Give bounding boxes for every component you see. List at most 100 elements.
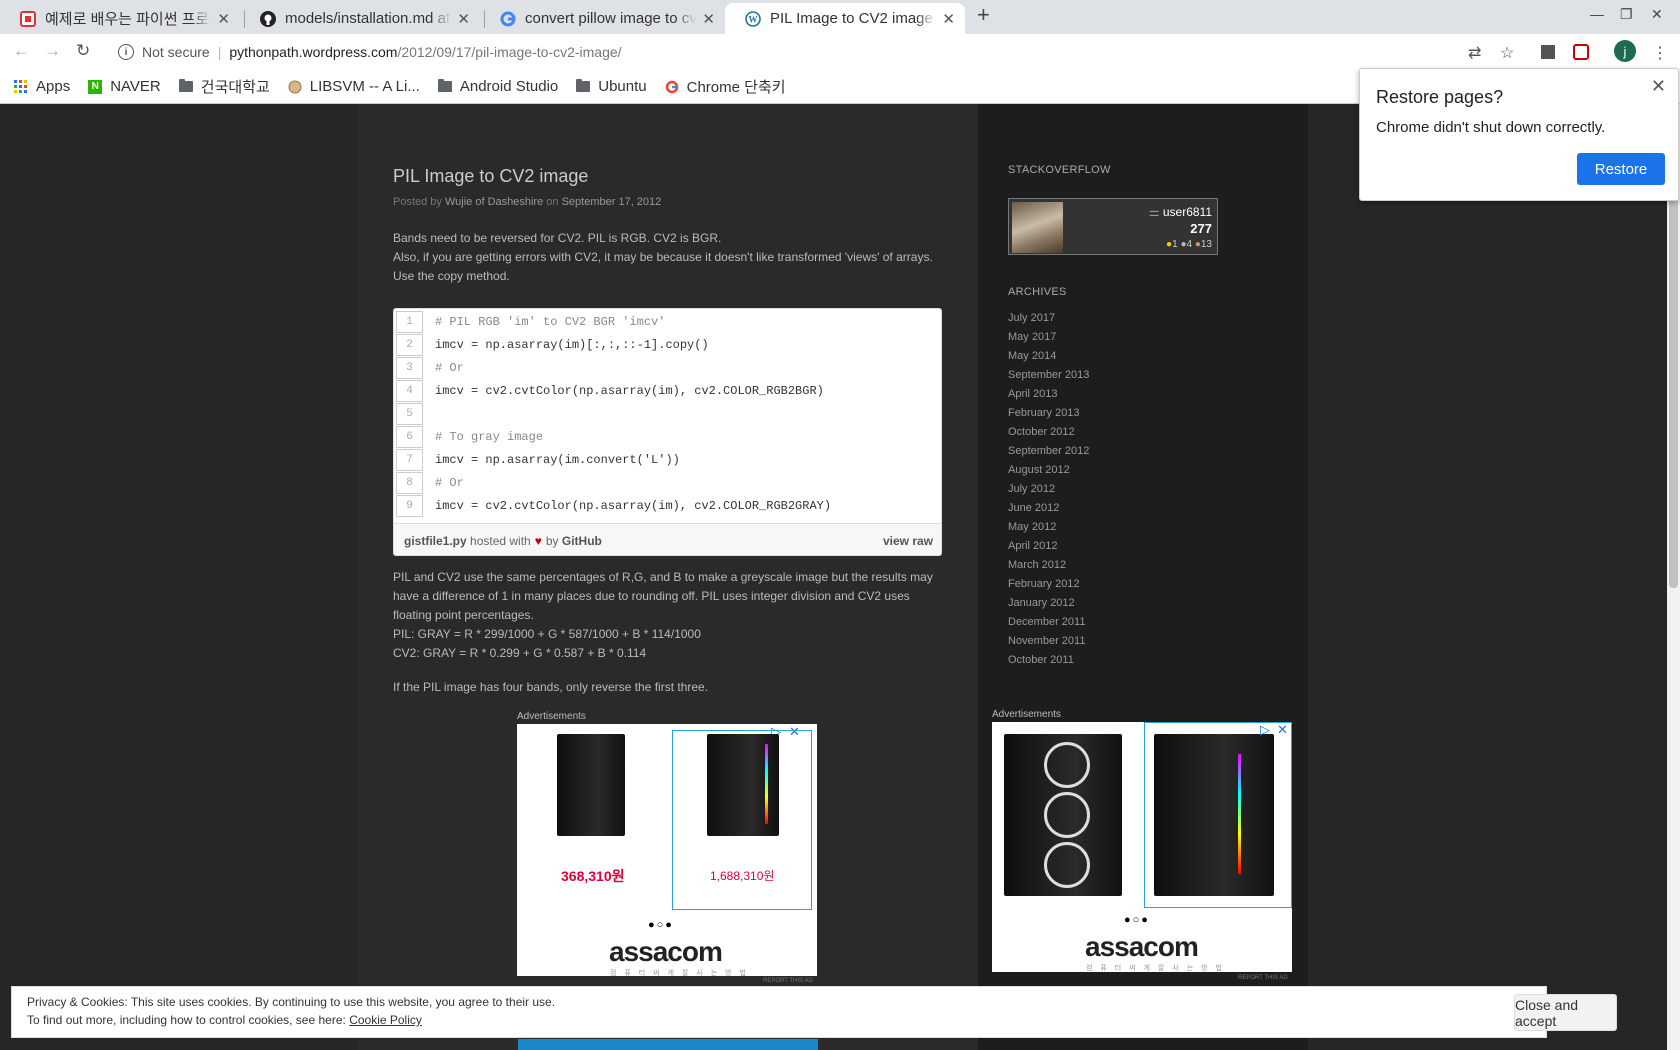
code-line: 4 imcv = cv2.cvtColor(np.asarray(im), cv2… — [394, 379, 941, 402]
post-body: PIL and CV2 use the same percentages of … — [393, 570, 933, 660]
archive-link[interactable]: October 2011 — [1008, 654, 1089, 673]
bookmark-label: NAVER — [110, 78, 161, 95]
bookmark-konkuk[interactable]: 건국대학교 — [178, 76, 270, 97]
archive-link[interactable]: June 2012 — [1008, 502, 1089, 521]
flair-user: ⚌ user6811 — [1148, 205, 1212, 219]
gist-file-link[interactable]: gistfile1.py — [404, 534, 467, 548]
url-host: pythonpath.wordpress.com — [229, 44, 398, 60]
github-link[interactable]: GitHub — [562, 534, 602, 548]
archive-link[interactable]: May 2017 — [1008, 331, 1089, 350]
archive-link[interactable]: April 2013 — [1008, 388, 1089, 407]
folder-icon — [576, 79, 591, 94]
code-line: 8 # Or — [394, 471, 941, 494]
bookmark-apps[interactable]: Apps — [14, 78, 70, 95]
bookmark-android-studio[interactable]: Android Studio — [437, 78, 558, 95]
ad-label: Advertisements — [517, 711, 586, 722]
minimize-icon[interactable]: — — [1590, 6, 1604, 22]
ad-price: 368,310원 — [561, 868, 625, 884]
new-tab-button[interactable]: + — [977, 2, 990, 28]
archive-link[interactable]: August 2012 — [1008, 464, 1089, 483]
cookie-policy-link[interactable]: Cookie Policy — [349, 1013, 422, 1027]
apps-grid-icon — [14, 79, 28, 94]
bookmark-label: LIBSVM -- A Li... — [309, 78, 420, 95]
close-tab-icon[interactable]: ✕ — [942, 10, 955, 28]
archive-link[interactable]: September 2013 — [1008, 369, 1089, 388]
tab-github[interactable]: models/installation.md at master ✕ — [240, 3, 480, 34]
profile-avatar[interactable]: j — [1614, 40, 1636, 62]
report-ad-link[interactable]: REPORT THIS AD — [763, 978, 813, 984]
tab-python-book[interactable]: 예제로 배우는 파이썬 프로그래밍 ✕ — [0, 3, 240, 34]
tab-wordpress-active[interactable]: W PIL Image to CV2 image | Python ✕ — [725, 3, 965, 34]
author-link[interactable]: Wujie of Dasheshire — [445, 196, 543, 208]
page-scrollbar[interactable] — [1667, 104, 1680, 1050]
bookmark-naver[interactable]: N NAVER — [88, 78, 161, 95]
info-icon[interactable]: i — [118, 44, 134, 60]
date-link[interactable]: September 17, 2012 — [562, 196, 662, 208]
archive-link[interactable]: September 2012 — [1008, 445, 1089, 464]
post-intro: Bands need to be reversed for CV2. PIL i… — [393, 231, 933, 283]
archive-link[interactable]: July 2017 — [1008, 312, 1089, 331]
star-icon[interactable]: ☆ — [1500, 43, 1514, 63]
archive-link[interactable]: May 2014 — [1008, 350, 1089, 369]
close-tab-icon[interactable]: ✕ — [702, 10, 715, 28]
view-raw-link[interactable]: view raw — [883, 534, 933, 548]
restore-window-icon[interactable]: ❐ — [1620, 6, 1633, 23]
forward-icon[interactable]: → — [44, 41, 61, 61]
close-tab-icon[interactable]: ✕ — [217, 10, 230, 28]
tab-google-search[interactable]: convert pillow image to cv2 ✕ — [480, 3, 725, 34]
close-and-accept-button[interactable]: Close and accept — [1514, 994, 1617, 1031]
close-icon[interactable]: ✕ — [1651, 76, 1666, 97]
bookmark-chrome-shortcuts[interactable]: Chrome 단축키 — [665, 76, 786, 97]
folder-icon — [178, 79, 193, 94]
post-title[interactable]: PIL Image to CV2 image — [393, 166, 588, 187]
archive-link[interactable]: May 2012 — [1008, 521, 1089, 540]
heart-icon: ♥ — [534, 533, 542, 548]
ad-label: Advertisements — [992, 709, 1061, 720]
bookmark-label: Ubuntu — [598, 78, 647, 95]
archive-link[interactable]: January 2012 — [1008, 597, 1089, 616]
archive-link[interactable]: March 2012 — [1008, 559, 1089, 578]
translate-icon[interactable]: ⇄ — [1468, 43, 1481, 63]
popup-title: Restore pages? — [1376, 87, 1504, 107]
code-line: 7 imcv = np.asarray(im.convert('L')) — [394, 448, 941, 471]
archive-link[interactable]: February 2012 — [1008, 578, 1089, 597]
archive-link[interactable]: April 2012 — [1008, 540, 1089, 559]
archive-link[interactable]: December 2011 — [1008, 616, 1089, 635]
gist-code-block: 1 # PIL RGB 'im' to CV2 BGR 'imcv' 2 imcv … — [393, 308, 942, 556]
archive-link[interactable]: February 2013 — [1008, 407, 1089, 426]
code-line: 1 # PIL RGB 'im' to CV2 BGR 'imcv' — [394, 310, 941, 333]
code-line: 2 imcv = np.asarray(im)[:,:,::-1].copy() — [394, 333, 941, 356]
ad-brand: assacom — [1085, 931, 1199, 962]
address-bar[interactable]: i Not secure | pythonpath.wordpress.com … — [112, 37, 1466, 67]
post-outro: If the PIL image has four bands, only re… — [393, 680, 709, 694]
extension-red-icon[interactable] — [1573, 44, 1589, 60]
ad-brand-sub: 컴 퓨 터 써 게 잘 사 는 방 법 — [610, 970, 749, 976]
archive-link[interactable]: October 2012 — [1008, 426, 1089, 445]
stackoverflow-flair[interactable]: ⚌ user6811 277 ●1 ●4 ●13 — [1008, 198, 1218, 255]
carousel-dots[interactable]: ●○● — [1124, 914, 1150, 926]
url-path: /2012/09/17/pil-image-to-cv2-image/ — [397, 44, 622, 60]
restore-button[interactable]: Restore — [1577, 153, 1665, 185]
ad-banner-right[interactable]: ▷ ✕ ●○● assacom 컴 퓨 터 써 게 잘 사 는 방 법 — [992, 722, 1292, 972]
menu-dots-icon[interactable]: ⋮ — [1652, 43, 1668, 63]
svg-text:W: W — [749, 14, 758, 24]
close-tab-icon[interactable]: ✕ — [457, 10, 470, 28]
user-avatar — [1012, 202, 1063, 253]
carousel-dots[interactable]: ●○● — [648, 919, 674, 931]
browser-toolbar: ← → ↻ i Not secure | pythonpath.wordpres… — [0, 34, 1680, 70]
archive-link[interactable]: July 2012 — [1008, 483, 1089, 502]
extension-icon[interactable] — [1541, 45, 1555, 59]
bookmark-label: 건국대학교 — [200, 79, 270, 96]
report-ad-link[interactable]: REPORT THIS AD — [1238, 975, 1288, 981]
code-line: 9 imcv = cv2.cvtColor(np.asarray(im), cv2… — [394, 494, 941, 517]
reload-icon[interactable]: ↻ — [76, 41, 90, 61]
back-icon[interactable]: ← — [13, 41, 30, 61]
code-line: 3 # Or — [394, 356, 941, 379]
bookmark-libsvm[interactable]: LIBSVM -- A Li... — [288, 78, 420, 95]
bookmark-ubuntu[interactable]: Ubuntu — [576, 78, 647, 95]
ad-banner-left[interactable]: ▷ ✕ 368,310원 1,688,310원 ●○● assacom 컴 퓨 … — [517, 724, 817, 976]
adchoices-icon[interactable]: ▷ — [1260, 722, 1270, 738]
archive-link[interactable]: November 2011 — [1008, 635, 1089, 654]
ad-close-icon[interactable]: ✕ — [1277, 722, 1288, 738]
close-window-icon[interactable]: ✕ — [1651, 6, 1663, 23]
